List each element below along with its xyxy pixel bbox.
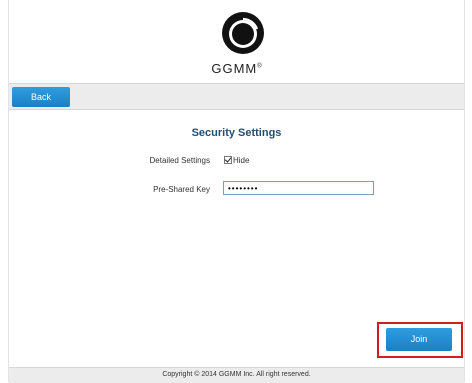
pre-shared-key-input[interactable] (223, 181, 374, 195)
back-button[interactable]: Back (12, 87, 70, 107)
join-button[interactable]: Join (386, 328, 452, 351)
hide-toggle[interactable]: Hide (224, 154, 249, 166)
logo-area: GGMM® (9, 0, 464, 82)
ggmm-logo-icon (222, 12, 264, 54)
page-title: Security Settings (191, 127, 282, 139)
page-frame: GGMM® Back Security Settings Detailed Se… (8, 0, 465, 383)
footer-copyright: Copyright © 2014 GGMM Inc. All right res… (9, 367, 464, 383)
hide-checkbox[interactable] (224, 156, 232, 164)
pre-shared-key-label: Pre-Shared Key (153, 185, 210, 194)
brand-name: GGMM (211, 61, 258, 76)
top-toolbar: Back (9, 83, 464, 110)
brand-wordmark: GGMM® (9, 61, 464, 76)
hide-label: Hide (233, 155, 250, 165)
brand-trademark: ® (257, 63, 262, 70)
detailed-settings-label: Detailed Settings (149, 156, 210, 165)
